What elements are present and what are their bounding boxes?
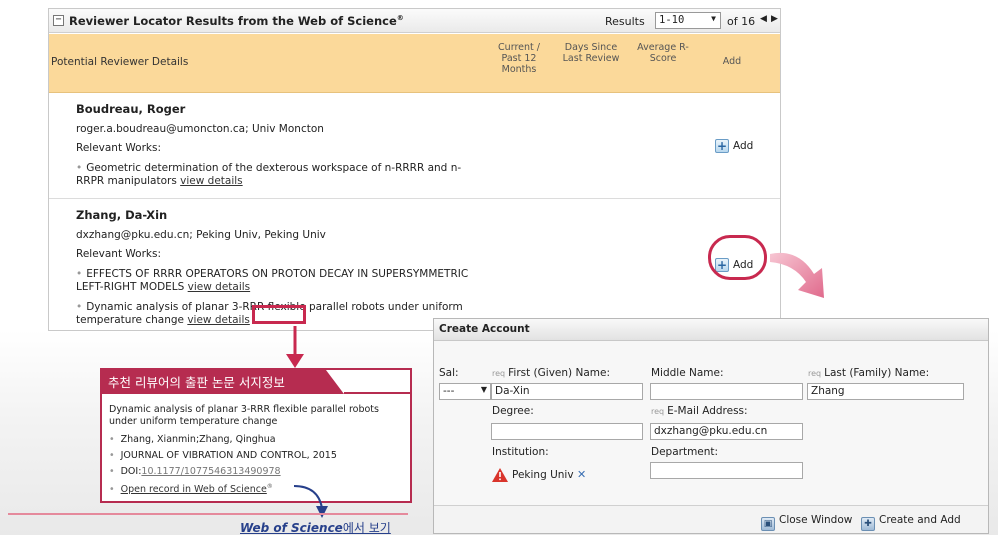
web-of-science-caption[interactable]: Web of Science에서 보기 — [240, 519, 391, 535]
chevron-down-icon: ▼ — [711, 14, 716, 23]
relevant-works-label: Relevant Works: — [76, 248, 162, 260]
relevant-works-label: Relevant Works: — [76, 142, 162, 154]
relevant-work: • EFFECTS OF RRRR OPERATORS ON PROTON DEC… — [76, 268, 469, 293]
sal-label: Sal: — [439, 367, 459, 379]
middle-name-label: Middle Name: — [651, 367, 724, 379]
department-field[interactable] — [650, 462, 803, 479]
panel-header: − Reviewer Locator Results from the Web … — [49, 9, 780, 33]
last-name-field[interactable]: Zhang — [807, 383, 964, 400]
email-field[interactable]: dxzhang@pku.edu.cn — [650, 423, 803, 440]
results-total: of 16 — [727, 15, 756, 28]
add-reviewer-button[interactable]: + Add — [715, 138, 763, 156]
view-details-link[interactable]: view details — [180, 175, 243, 187]
open-record-row: • Open record in Web of Science® — [109, 483, 273, 496]
window-footer: ▣ Close Window ✚ Create and Add — [434, 505, 988, 533]
close-window-icon: ▣ — [761, 517, 775, 531]
first-name-field[interactable]: Da-Xin — [491, 383, 643, 400]
doi-link[interactable]: 10.1177/1077546313490978 — [141, 466, 280, 477]
divider — [344, 392, 412, 394]
sal-select[interactable]: --- ▼ — [439, 383, 491, 400]
prev-page-icon[interactable]: ◀ — [760, 14, 767, 24]
first-name-label: req First (Given) Name: — [492, 367, 610, 379]
email-label: req E-Mail Address: — [651, 405, 748, 417]
next-page-icon[interactable]: ▶ — [771, 14, 778, 24]
open-record-link[interactable]: Open record in Web of Science — [121, 484, 267, 495]
paper-title: Dynamic analysis of planar 3-RRR flexibl… — [109, 404, 379, 427]
paper-journal: • JOURNAL OF VIBRATION AND CONTROL, 2015 — [109, 450, 337, 461]
paper-authors: • Zhang, Xianmin;Zhang, Qinghua — [109, 434, 276, 445]
panel-title: Reviewer Locator Results from the Web of… — [69, 14, 404, 28]
divider — [8, 513, 408, 515]
col-current-past: Current / Past 12 Months — [498, 42, 540, 75]
arrow-down-icon — [286, 326, 304, 368]
institution-value: Peking Univ — [512, 469, 574, 481]
create-add-icon: ✚ — [861, 517, 875, 531]
create-account-window: Create Account Sal: --- ▼ req First (Given… — [433, 318, 989, 534]
degree-label: Degree: — [492, 405, 534, 417]
plus-icon: + — [715, 139, 729, 153]
reviewer-name: Zhang, Da-Xin — [76, 208, 168, 222]
relevant-work: • Geometric determination of the dexterou… — [76, 162, 462, 187]
info-panel-title: 추천 리뷰어의 출판 논문 서지정보 — [100, 368, 344, 394]
reviewer-name: Boudreau, Roger — [76, 102, 186, 116]
reviewer-results-panel: − Reviewer Locator Results from the Web … — [48, 8, 781, 331]
window-title: Create Account — [439, 323, 530, 335]
degree-field[interactable] — [491, 423, 643, 440]
chevron-down-icon: ▼ — [480, 385, 487, 394]
col-reviewer-details: Potential Reviewer Details — [51, 56, 189, 68]
highlight-box — [252, 305, 306, 324]
curved-arrow-icon — [770, 252, 824, 298]
remove-icon[interactable]: ✕ — [577, 468, 586, 481]
results-range-select[interactable]: 1-10 ▼ — [655, 12, 721, 29]
col-days-since: Days Since Last Review — [562, 42, 620, 64]
institution-label: Institution: — [492, 446, 549, 458]
publication-info-panel: 추천 리뷰어의 출판 논문 서지정보 Dynamic analysis of p… — [100, 368, 412, 503]
paper-doi: • DOI:10.1177/1077546313490978 — [109, 466, 281, 477]
col-average-rscore: Average R-Score — [637, 42, 689, 64]
results-label: Results — [605, 15, 645, 28]
warning-icon — [492, 468, 508, 482]
reviewer-row: Zhang, Da-Xin dxzhang@pku.edu.cn; Peking… — [49, 200, 780, 331]
middle-name-field[interactable] — [650, 383, 803, 400]
col-add: Add — [722, 56, 742, 67]
create-and-add-button[interactable]: ✚ Create and Add — [861, 514, 961, 531]
close-window-button[interactable]: ▣ Close Window — [761, 514, 852, 531]
department-label: Department: — [651, 446, 719, 458]
reviewer-row: Boudreau, Roger roger.a.boudreau@umoncto… — [49, 94, 780, 199]
last-name-label: req Last (Family) Name: — [808, 367, 930, 379]
collapse-icon[interactable]: − — [53, 15, 64, 26]
window-header: Create Account — [434, 319, 988, 341]
reviewer-email: roger.a.boudreau@umoncton.ca; Univ Monct… — [76, 123, 324, 135]
highlight-circle — [708, 235, 767, 280]
add-label: Add — [733, 140, 754, 152]
view-details-link[interactable]: view details — [188, 281, 251, 293]
column-header: Potential Reviewer Details Current / Pas… — [49, 34, 780, 93]
view-details-link[interactable]: view details — [187, 314, 250, 326]
reviewer-email: dxzhang@pku.edu.cn; Peking Univ, Peking … — [76, 229, 326, 241]
